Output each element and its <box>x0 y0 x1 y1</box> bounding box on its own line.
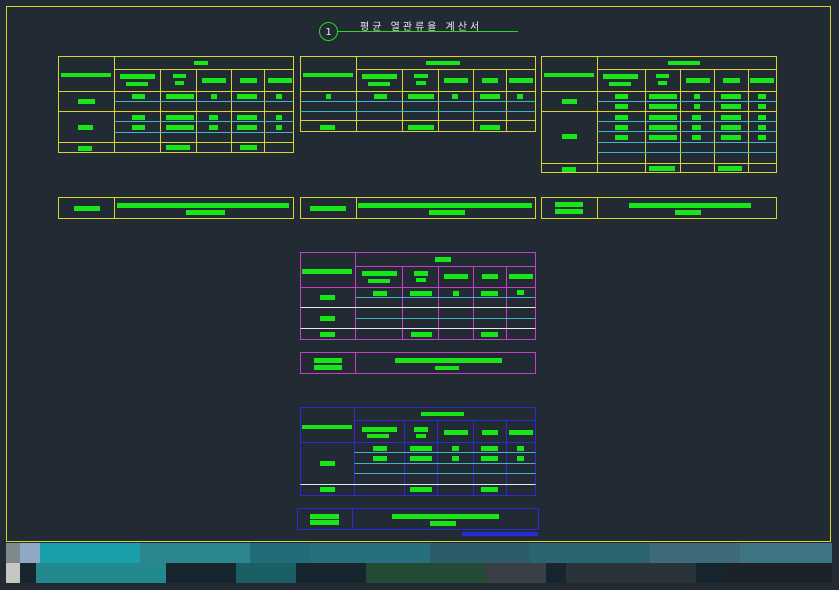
summary-box-2 <box>300 197 536 219</box>
summary-box-5 <box>297 508 539 536</box>
summary-box-1 <box>58 197 294 219</box>
detail-number-bubble: 1 <box>319 22 338 41</box>
table-5 <box>300 407 536 496</box>
drawing-title: 평균 열관류율 계산서 <box>360 22 483 33</box>
summary-box-4 <box>300 352 536 374</box>
table-1-text <box>61 61 292 151</box>
cad-drawing-canvas[interactable] <box>0 0 839 590</box>
table-3-text <box>544 61 774 172</box>
summary-box-3 <box>541 197 777 219</box>
table-2-text <box>303 61 533 130</box>
status-bar-blurred[interactable] <box>6 543 832 583</box>
table-4-row-dividers <box>300 297 536 329</box>
table-1 <box>58 56 294 153</box>
table-2-row-dividers <box>300 101 536 112</box>
